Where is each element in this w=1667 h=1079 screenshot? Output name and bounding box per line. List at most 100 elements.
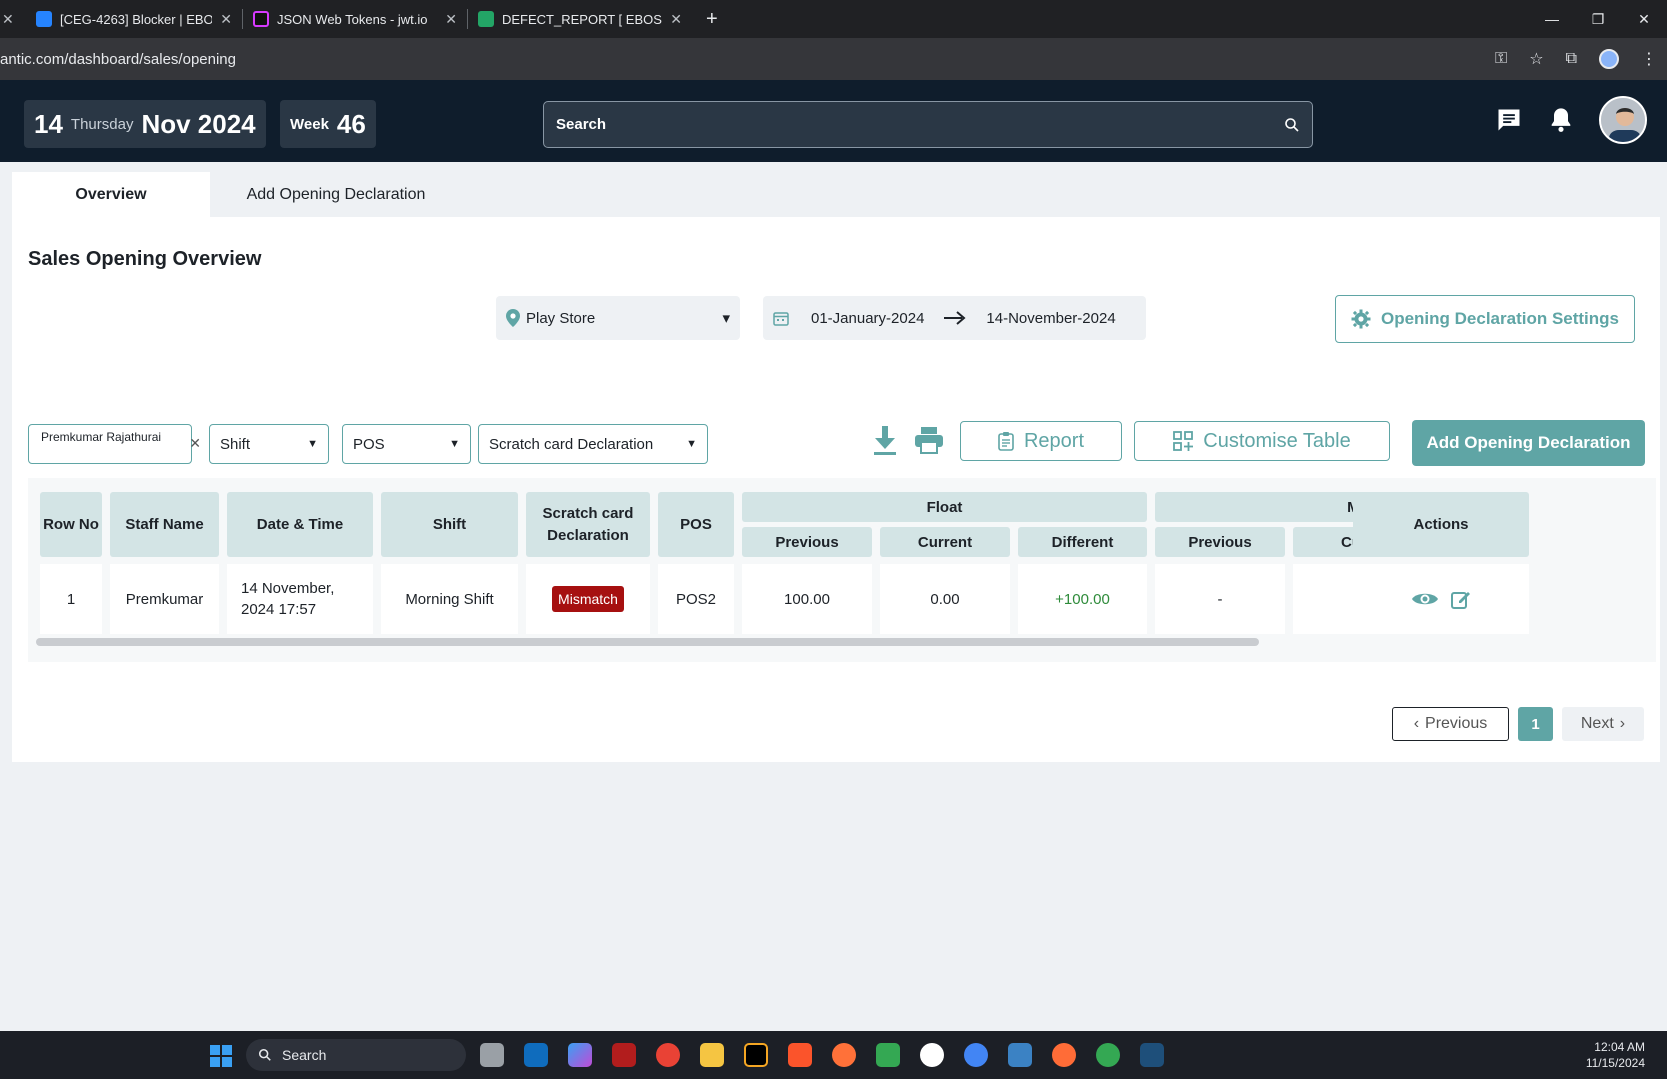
close-icon[interactable]: ✕: [445, 11, 457, 28]
close-icon[interactable]: ✕: [2, 11, 14, 28]
pagination-next-button[interactable]: Next ›: [1562, 707, 1644, 741]
staff-filter-chip[interactable]: Premkumar Rajathurai ✕: [28, 424, 201, 464]
page-title: Sales Opening Overview: [28, 248, 262, 270]
cell-staff-name: Premkumar: [110, 564, 219, 634]
cell-scratch-card: Mismatch: [526, 564, 650, 634]
search-icon[interactable]: [1284, 117, 1300, 133]
browser-tab-sheets[interactable]: DEFECT_REPORT [ EBOS ] - Goo ✕: [468, 0, 692, 38]
eye-icon[interactable]: [1411, 590, 1439, 608]
window-controls: — ❐ ✕: [1529, 0, 1667, 38]
header-float-current: Current: [880, 527, 1010, 557]
store-select[interactable]: Play Store ▾: [496, 296, 740, 340]
close-icon[interactable]: ✕: [670, 11, 682, 28]
tab-overview[interactable]: Overview: [12, 172, 210, 217]
customise-table-button[interactable]: Customise Table: [1134, 421, 1390, 461]
postman-icon[interactable]: [1052, 1043, 1076, 1067]
shift-select[interactable]: Shift ▼: [209, 424, 329, 464]
header-float: Float: [742, 492, 1147, 522]
caret-down-icon: ▼: [307, 438, 318, 450]
download-icon[interactable]: [872, 424, 898, 456]
recorder-icon[interactable]: [612, 1043, 636, 1067]
header-row-no: Row No: [40, 492, 102, 557]
taskbar-search[interactable]: Search: [246, 1039, 466, 1071]
copilot-icon[interactable]: [568, 1043, 592, 1067]
table-horizontal-scrollbar[interactable]: [36, 638, 1259, 646]
task-view-icon[interactable]: [480, 1043, 504, 1067]
close-icon[interactable]: ✕: [220, 11, 232, 28]
date-range-picker[interactable]: 01-January-2024 14-November-2024: [763, 296, 1146, 340]
header-staff-name: Staff Name: [110, 492, 219, 557]
header-float-previous: Previous: [742, 527, 872, 557]
outlook-icon[interactable]: [524, 1043, 548, 1067]
windows-start-icon[interactable]: [210, 1045, 232, 1067]
browser-tab-jwt[interactable]: JSON Web Tokens - jwt.io ✕: [243, 0, 467, 38]
bell-icon[interactable]: [1547, 106, 1575, 134]
notepad-icon[interactable]: [1008, 1043, 1032, 1067]
brave-icon[interactable]: [788, 1043, 812, 1067]
date-to[interactable]: 14-November-2024: [986, 310, 1115, 327]
header-shift: Shift: [381, 492, 518, 557]
star-icon[interactable]: ☆: [1529, 49, 1543, 69]
report-button[interactable]: Report: [960, 421, 1122, 461]
firefox-icon[interactable]: [832, 1043, 856, 1067]
pos-select[interactable]: POS ▼: [342, 424, 471, 464]
chrome-profile-icon[interactable]: [964, 1043, 988, 1067]
edit-icon[interactable]: [1451, 589, 1471, 609]
cell-float-current: 0.00: [880, 564, 1010, 634]
remove-chip-icon[interactable]: ✕: [189, 435, 201, 452]
opening-table: Row No Staff Name Date & Time Shift Scra…: [28, 478, 1656, 662]
tab-add-opening-declaration[interactable]: Add Opening Declaration: [210, 172, 462, 217]
minimize-icon[interactable]: —: [1529, 0, 1575, 38]
date-from[interactable]: 01-January-2024: [811, 310, 924, 327]
arrow-right-icon: [944, 311, 966, 325]
page-tabs: Overview Add Opening Declaration: [12, 172, 462, 217]
jira-icon: [36, 11, 52, 27]
status-badge: Mismatch: [552, 586, 624, 612]
search-icon: [258, 1048, 271, 1061]
chevron-left-icon: ‹: [1413, 715, 1420, 732]
add-opening-declaration-button[interactable]: Add Opening Declaration: [1412, 420, 1645, 466]
mysql-workbench-icon[interactable]: [1140, 1043, 1164, 1067]
pagination-previous-button[interactable]: ‹ Previous: [1392, 707, 1509, 741]
header-pos: POS: [658, 492, 734, 557]
chrome-icon[interactable]: [656, 1043, 680, 1067]
intellij-icon[interactable]: [744, 1043, 768, 1067]
os-taskbar: Search 12:04 AM 11/15/2024: [0, 1031, 1667, 1079]
sheets-icon: [478, 11, 494, 27]
print-icon[interactable]: [914, 426, 944, 454]
user-avatar[interactable]: [1599, 96, 1647, 144]
search-input[interactable]: [556, 116, 1284, 133]
chat-icon[interactable]: [1495, 106, 1523, 134]
profile-icon[interactable]: [1599, 49, 1619, 69]
chrome-profile-2-icon[interactable]: [1096, 1043, 1120, 1067]
header-actions: Actions: [1353, 492, 1529, 557]
taskbar-clock[interactable]: 12:04 AM 11/15/2024: [1586, 1039, 1645, 1071]
google-chat-icon[interactable]: [876, 1043, 900, 1067]
extensions-icon[interactable]: ⧉: [1566, 50, 1577, 68]
new-tab-button[interactable]: +: [706, 8, 718, 31]
app-header: 14 Thursday Nov 2024 Week 46: [0, 80, 1667, 162]
cell-float-different: +100.00: [1018, 564, 1147, 634]
declaration-select[interactable]: Scratch card Declaration ▼: [478, 424, 708, 464]
url-field[interactable]: antic.com/dashboard/sales/opening: [0, 51, 236, 68]
opening-declaration-settings-button[interactable]: Opening Declaration Settings: [1335, 295, 1635, 343]
caret-down-icon: ▼: [449, 438, 460, 450]
avatar-image: [1601, 98, 1645, 142]
caret-down-icon: ▾: [722, 310, 730, 327]
key-icon[interactable]: ⚿: [1495, 50, 1507, 68]
menu-icon[interactable]: ⋮: [1641, 49, 1657, 69]
browser-tab-jira[interactable]: [CEG-4263] Blocker | EBOS | Sal ✕: [26, 0, 242, 38]
cell-row-no: 1: [40, 564, 102, 634]
pagination-page-1[interactable]: 1: [1518, 707, 1553, 741]
tab-close-partial[interactable]: ✕: [0, 0, 26, 38]
cell-min-previous: -: [1155, 564, 1285, 634]
close-window-icon[interactable]: ✕: [1621, 0, 1667, 38]
header-scratch-card: Scratch card Declaration: [526, 492, 650, 557]
cell-pos: POS2: [658, 564, 734, 634]
caret-down-icon: ▼: [686, 438, 697, 450]
restore-icon[interactable]: ❐: [1575, 0, 1621, 38]
cell-float-previous: 100.00: [742, 564, 872, 634]
file-explorer-icon[interactable]: [700, 1043, 724, 1067]
cell-min-current: [1293, 564, 1353, 634]
app-icon[interactable]: [920, 1043, 944, 1067]
